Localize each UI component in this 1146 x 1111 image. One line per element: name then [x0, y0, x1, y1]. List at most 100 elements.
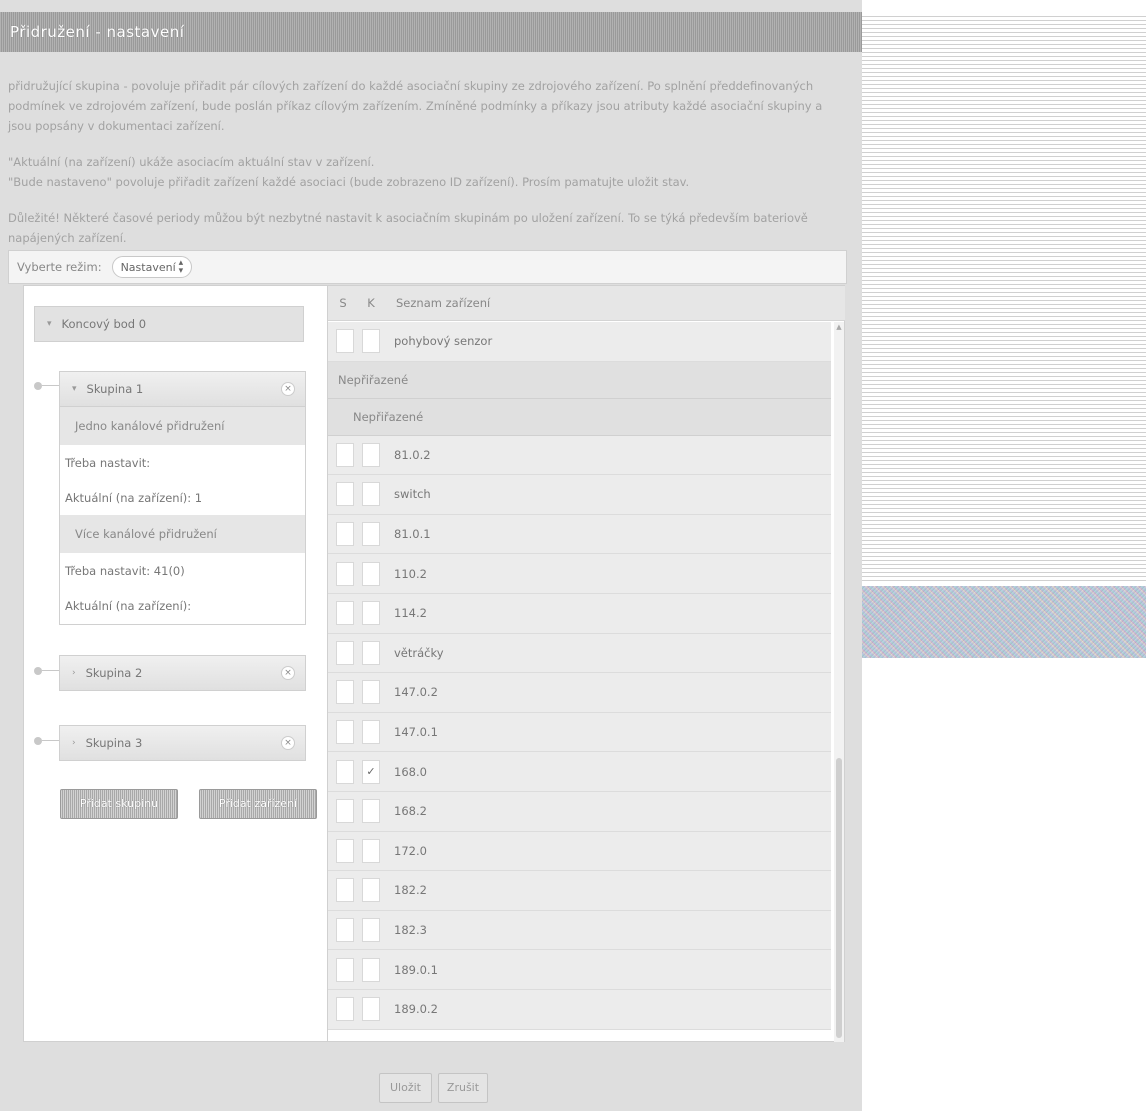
s-checkbox[interactable] — [336, 720, 354, 745]
device-row: 172.0 — [328, 831, 831, 872]
cancel-button[interactable]: Zrušit — [438, 1073, 488, 1103]
updown-arrows-icon: ▴ ▾ — [178, 258, 184, 276]
intro-text: přidružující skupina - povoluje přiřadit… — [8, 76, 843, 264]
s-checkbox[interactable] — [336, 878, 354, 903]
endpoint-label: Koncový bod 0 — [61, 317, 147, 331]
device-name: 189.0.2 — [394, 1002, 438, 1017]
connector-dot-icon — [34, 737, 42, 745]
device-row: 182.2 — [328, 871, 831, 911]
k-checkbox[interactable] — [362, 997, 380, 1022]
group-2-header[interactable]: › Skupina 2 × — [59, 655, 306, 691]
device-row: 114.2 — [328, 593, 831, 634]
device-row: 182.3 — [328, 910, 831, 951]
group-2-label: Skupina 2 — [85, 666, 143, 680]
close-icon[interactable]: × — [281, 666, 295, 680]
s-checkbox[interactable] — [336, 838, 354, 863]
device-name: 114.2 — [394, 606, 427, 621]
close-icon[interactable]: × — [281, 382, 295, 396]
column-header-k: K — [367, 296, 375, 310]
device-row: 189.0.1 — [328, 950, 831, 990]
scrollbar-thumb[interactable] — [836, 758, 842, 1038]
device-name: 182.3 — [394, 923, 427, 938]
connector-line — [42, 740, 60, 741]
intro-paragraph-2a: "Aktuální (na zařízení) ukáže asociacím … — [8, 155, 375, 169]
s-checkbox[interactable] — [336, 522, 354, 547]
device-row: 189.0.2 — [328, 989, 831, 1030]
device-row: 81.0.1 — [328, 514, 831, 555]
device-name: 168.2 — [394, 804, 427, 819]
device-name: 182.2 — [394, 883, 427, 898]
s-checkbox[interactable] — [336, 918, 354, 943]
s-checkbox[interactable] — [336, 442, 354, 467]
chevron-right-icon: › — [72, 738, 76, 748]
device-row: ✓ 168.0 — [328, 752, 831, 792]
s-checkbox[interactable] — [336, 957, 354, 982]
single-channel-title: Jedno kanálové přidružení — [60, 407, 305, 445]
k-checkbox[interactable] — [362, 561, 380, 586]
k-checkbox[interactable] — [362, 640, 380, 665]
device-row: 110.2 — [328, 554, 831, 594]
close-icon[interactable]: × — [281, 736, 295, 750]
k-checkbox[interactable]: ✓ — [362, 759, 380, 784]
s-checkbox[interactable] — [336, 561, 354, 586]
chevron-down-icon: ▾ — [47, 319, 52, 329]
k-checkbox[interactable] — [362, 720, 380, 745]
connector-dot-icon — [34, 667, 42, 675]
endpoint-header[interactable]: ▾ Koncový bod 0 — [34, 306, 304, 342]
k-checkbox[interactable] — [362, 442, 380, 467]
k-checkbox[interactable] — [362, 680, 380, 705]
s-checkbox[interactable] — [336, 997, 354, 1022]
association-settings-app: Přidružení - nastavení přidružující skup… — [0, 0, 862, 1111]
device-name: 147.0.2 — [394, 685, 438, 700]
group-3-header[interactable]: › Skupina 3 × — [59, 725, 306, 761]
device-name: 189.0.1 — [394, 962, 438, 977]
device-row: 168.2 — [328, 791, 831, 832]
k-checkbox[interactable] — [362, 522, 380, 547]
s-checkbox[interactable] — [336, 601, 354, 626]
k-checkbox[interactable] — [362, 878, 380, 903]
k-checkbox[interactable] — [362, 799, 380, 824]
column-header-s: S — [339, 296, 347, 310]
k-checkbox[interactable] — [362, 482, 380, 507]
mode-bar: Vyberte režim: Nastavení ▴ ▾ — [8, 250, 847, 284]
device-list-scrollbar[interactable]: ▲ — [834, 322, 844, 1042]
device-row: 147.0.2 — [328, 673, 831, 713]
device-name: 81.0.2 — [394, 447, 431, 462]
s-checkbox[interactable] — [336, 640, 354, 665]
device-list-header: S K Seznam zařízení — [328, 286, 845, 321]
device-name: 172.0 — [394, 843, 427, 858]
s-checkbox[interactable] — [336, 799, 354, 824]
connector-line — [42, 670, 60, 671]
add-device-button[interactable]: Přidat zařízení — [199, 789, 317, 819]
group-1-label: Skupina 1 — [86, 382, 144, 396]
glitch-lines — [862, 14, 1146, 584]
column-header-devices: Seznam zařízení — [396, 296, 491, 310]
mode-select[interactable]: Nastavení ▴ ▾ — [111, 256, 193, 278]
groups-column: ▾ Koncový bod 0 ▾ Skupina 1 × Jedno kaná… — [24, 286, 327, 1041]
device-row: 81.0.2 — [328, 435, 831, 476]
k-checkbox[interactable] — [362, 601, 380, 626]
subsection-header-unassigned: Nepřiřazené — [328, 398, 831, 436]
s-checkbox[interactable] — [336, 680, 354, 705]
s-checkbox[interactable] — [336, 482, 354, 507]
s-checkbox[interactable] — [336, 329, 354, 354]
k-checkbox[interactable] — [362, 329, 380, 354]
device-row: větráčky — [328, 633, 831, 674]
device-name: switch — [394, 487, 431, 502]
mode-select-value: Nastavení — [120, 260, 176, 274]
single-channel-current: Aktuální (na zařízení): 1 — [65, 490, 203, 505]
group-1-header[interactable]: ▾ Skupina 1 × — [59, 371, 306, 407]
k-checkbox[interactable] — [362, 838, 380, 863]
device-row: 147.0.1 — [328, 712, 831, 753]
k-checkbox[interactable] — [362, 957, 380, 982]
s-checkbox[interactable] — [336, 759, 354, 784]
save-button[interactable]: Uložit — [379, 1073, 432, 1103]
single-channel-required: Třeba nastavit: — [65, 455, 151, 470]
device-name: 110.2 — [394, 566, 427, 581]
add-group-button[interactable]: Přidat skupinu — [60, 789, 178, 819]
scroll-up-icon[interactable]: ▲ — [834, 322, 844, 332]
k-checkbox[interactable] — [362, 918, 380, 943]
check-icon: ✓ — [366, 765, 376, 779]
device-name: pohybový senzor — [394, 334, 493, 349]
chevron-down-icon: ▾ — [72, 384, 77, 394]
